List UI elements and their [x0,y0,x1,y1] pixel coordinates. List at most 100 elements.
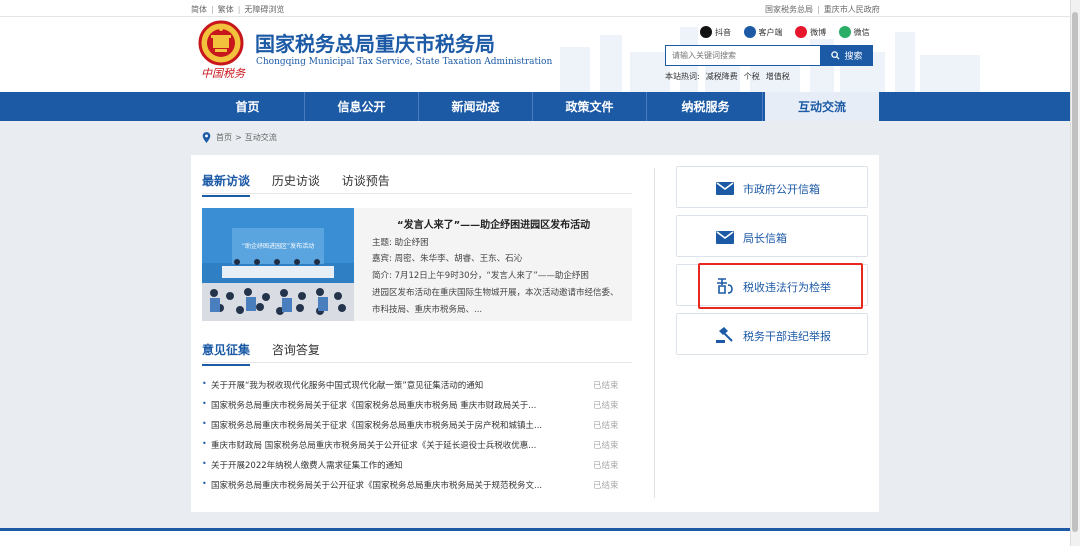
scrollbar-thumb[interactable] [1072,12,1078,532]
external-links: 国家税务总局 | 重庆市人民政府 [765,4,880,15]
list-item-text: 关于开展2022年纳税人缴费人需求征集工作的通知 [211,461,403,471]
search-icon [831,51,841,60]
client-link[interactable]: 客户端 [743,26,783,38]
bullet: • [202,479,207,488]
city-mailbox-button[interactable]: 市政府公开信箱 [676,166,868,208]
simplified-link[interactable]: 简体 [191,5,207,14]
accessibility-link[interactable]: 无障碍浏览 [244,5,284,14]
language-switcher: 简体 | 繁体 | 无障碍浏览 [191,4,284,15]
tab-history-interview[interactable]: 历史访谈 [272,172,320,195]
douyin-icon [700,26,712,38]
tab-underline [202,362,632,363]
separator: | [237,5,241,14]
breadcrumb-separator: > [235,133,242,142]
list-item-text: 国家税务总局重庆市税务局关于公开征求《国家税务总局重庆市税务局关于规范税务文..… [211,481,543,491]
bullet: • [202,419,207,428]
douyin-link[interactable]: 抖音 [700,26,731,38]
main-nav: 首页 信息公开 新闻动态 政策文件 纳税服务 互动交流 [0,92,1070,121]
tab-interview-preview[interactable]: 访谈预告 [342,172,390,195]
interview-topic: 主题: 助企纾困 [372,236,429,248]
phone-icon [743,26,756,38]
separator: | [211,5,214,14]
director-mailbox-label: 局长信箱 [743,232,787,245]
nav-tax-service[interactable]: 纳税服务 [649,92,763,121]
wechat-icon [838,26,851,38]
sat-link[interactable]: 国家税务总局 [765,5,813,14]
nav-policy[interactable]: 政策文件 [533,92,647,121]
event-photo-image: “助企纾困进园区”发布活动 [202,208,354,321]
status-label: 已结束 [593,401,619,411]
bullet: • [202,379,207,388]
topic-value: 助企纾困 [394,238,429,248]
topic-label: 主题: [372,238,392,248]
hotword-link[interactable]: 个税 [744,72,760,81]
traditional-link[interactable]: 繁体 [218,5,234,14]
search-input[interactable] [665,45,821,66]
hotword-link[interactable]: 减税降费 [706,72,738,81]
search-button[interactable]: 搜索 [821,45,873,66]
location-pin-icon [202,132,211,143]
list-item-text: 关于开展“我为税收现代化服务中国式现代化献一策”意见征集活动的通知 [211,381,484,391]
breadcrumb: 首页 > 互动交流 [202,132,277,143]
list-item[interactable]: • 国家税务总局重庆市税务局关于征求《国家税务总局重庆市税务局关于房产税和城镇土.… [202,416,622,436]
tax-emblem-logo [198,20,244,66]
city-mailbox-label: 市政府公开信箱 [743,183,820,196]
tab-consult-reply[interactable]: 咨询答复 [272,341,320,364]
cadre-discipline-report-label: 税务干部违纪举报 [743,330,831,343]
weibo-label: 微博 [810,27,827,37]
hotwords-label: 本站热词: [665,72,700,81]
nav-news[interactable]: 新闻动态 [419,92,533,121]
wechat-link[interactable]: 微信 [838,26,870,38]
search-button-label: 搜索 [844,52,863,62]
site-subtitle: Chongqing Municipal Tax Service, State T… [256,57,553,67]
interview-photo[interactable]: “助企纾困进园区”发布活动 [202,208,354,321]
cadre-discipline-report-button[interactable]: 税务干部违纪举报 [676,313,868,355]
list-item[interactable]: • 国家税务总局重庆市税务局关于征求《国家税务总局重庆市税务局 重庆市财政局关于.… [202,396,622,416]
director-mailbox-button[interactable]: 局长信箱 [676,215,868,257]
status-label: 已结束 [593,441,619,451]
mail-icon [716,231,734,244]
tab-underline [202,193,632,194]
interview-intro: 简介: 7月12日上午9时30分，“发言人来了”——助企纾困 进园区发布活动在重… [372,268,620,319]
interview-title[interactable]: “发言人来了”——助企纾困进园区发布活动 [397,216,590,231]
list-item-text: 国家税务总局重庆市税务局关于征求《国家税务总局重庆市税务局关于房产税和城镇土..… [211,421,543,431]
status-label: 已结束 [593,461,619,471]
gavel-icon [716,327,733,343]
weibo-icon [795,26,808,38]
mail-icon [716,182,734,195]
breadcrumb-home[interactable]: 首页 [216,132,232,143]
cq-gov-link[interactable]: 重庆市人民政府 [824,5,880,14]
separator: | [817,5,820,14]
breadcrumb-current: 互动交流 [244,133,277,142]
interview-guests: 嘉宾: 周密、朱华李、胡睿、王东、石沁 [372,252,522,264]
hot-words: 本站热词: 减税降费 个税 增值税 [665,71,796,82]
guests-value: 周密、朱华李、胡睿、王东、石沁 [394,254,523,264]
highlight-box [698,263,863,309]
social-links: 抖音 客户端 微博 微信 [700,26,880,40]
status-label: 已结束 [593,421,619,431]
photo-banner-text: “助企纾困进园区”发布活动 [242,242,314,250]
list-item[interactable]: • 重庆市财政局 国家税务总局重庆市税务局关于公开征求《关于延长退役士兵税收优惠.… [202,436,622,456]
calligraphy-logo: 中国税务 [201,67,245,80]
list-item[interactable]: • 国家税务总局重庆市税务局关于公开征求《国家税务总局重庆市税务局关于规范税务文.… [202,476,622,496]
guests-label: 嘉宾: [372,254,392,264]
list-item[interactable]: • 关于开展2022年纳税人缴费人需求征集工作的通知 已结束 [202,456,622,476]
nav-info-disclosure[interactable]: 信息公开 [305,92,419,121]
opinion-list: • 关于开展“我为税收现代化服务中国式现代化献一策”意见征集活动的通知 已结束 • 国… [202,376,622,496]
intro-label: 简介: [372,271,392,281]
nav-home[interactable]: 首页 [191,92,305,121]
panel-divider [654,168,655,498]
douyin-label: 抖音 [715,27,731,37]
hotword-link[interactable]: 增值税 [766,72,790,81]
list-item-text: 国家税务总局重庆市税务局关于征求《国家税务总局重庆市税务局 重庆市财政局关于..… [211,401,537,411]
list-item[interactable]: • 关于开展“我为税收现代化服务中国式现代化献一策”意见征集活动的通知 已结束 [202,376,622,396]
nav-interaction[interactable]: 互动交流 [765,92,879,121]
client-label: 客户端 [758,27,783,37]
top-utility-bar: 简体 | 繁体 | 无障碍浏览 国家税务总局 | 重庆市人民政府 [0,0,1070,17]
weibo-link[interactable]: 微博 [795,26,826,38]
bullet: • [202,459,207,468]
status-label: 已结束 [593,481,619,491]
site-title[interactable]: 国家税务总局重庆市税务局 [255,28,495,57]
intro-first-line: 7月12日上午9时30分，“发言人来了”——助企纾困 [394,271,589,281]
site-header: 中国税务 国家税务总局重庆市税务局 Chongqing Municipal Ta… [0,17,1070,92]
